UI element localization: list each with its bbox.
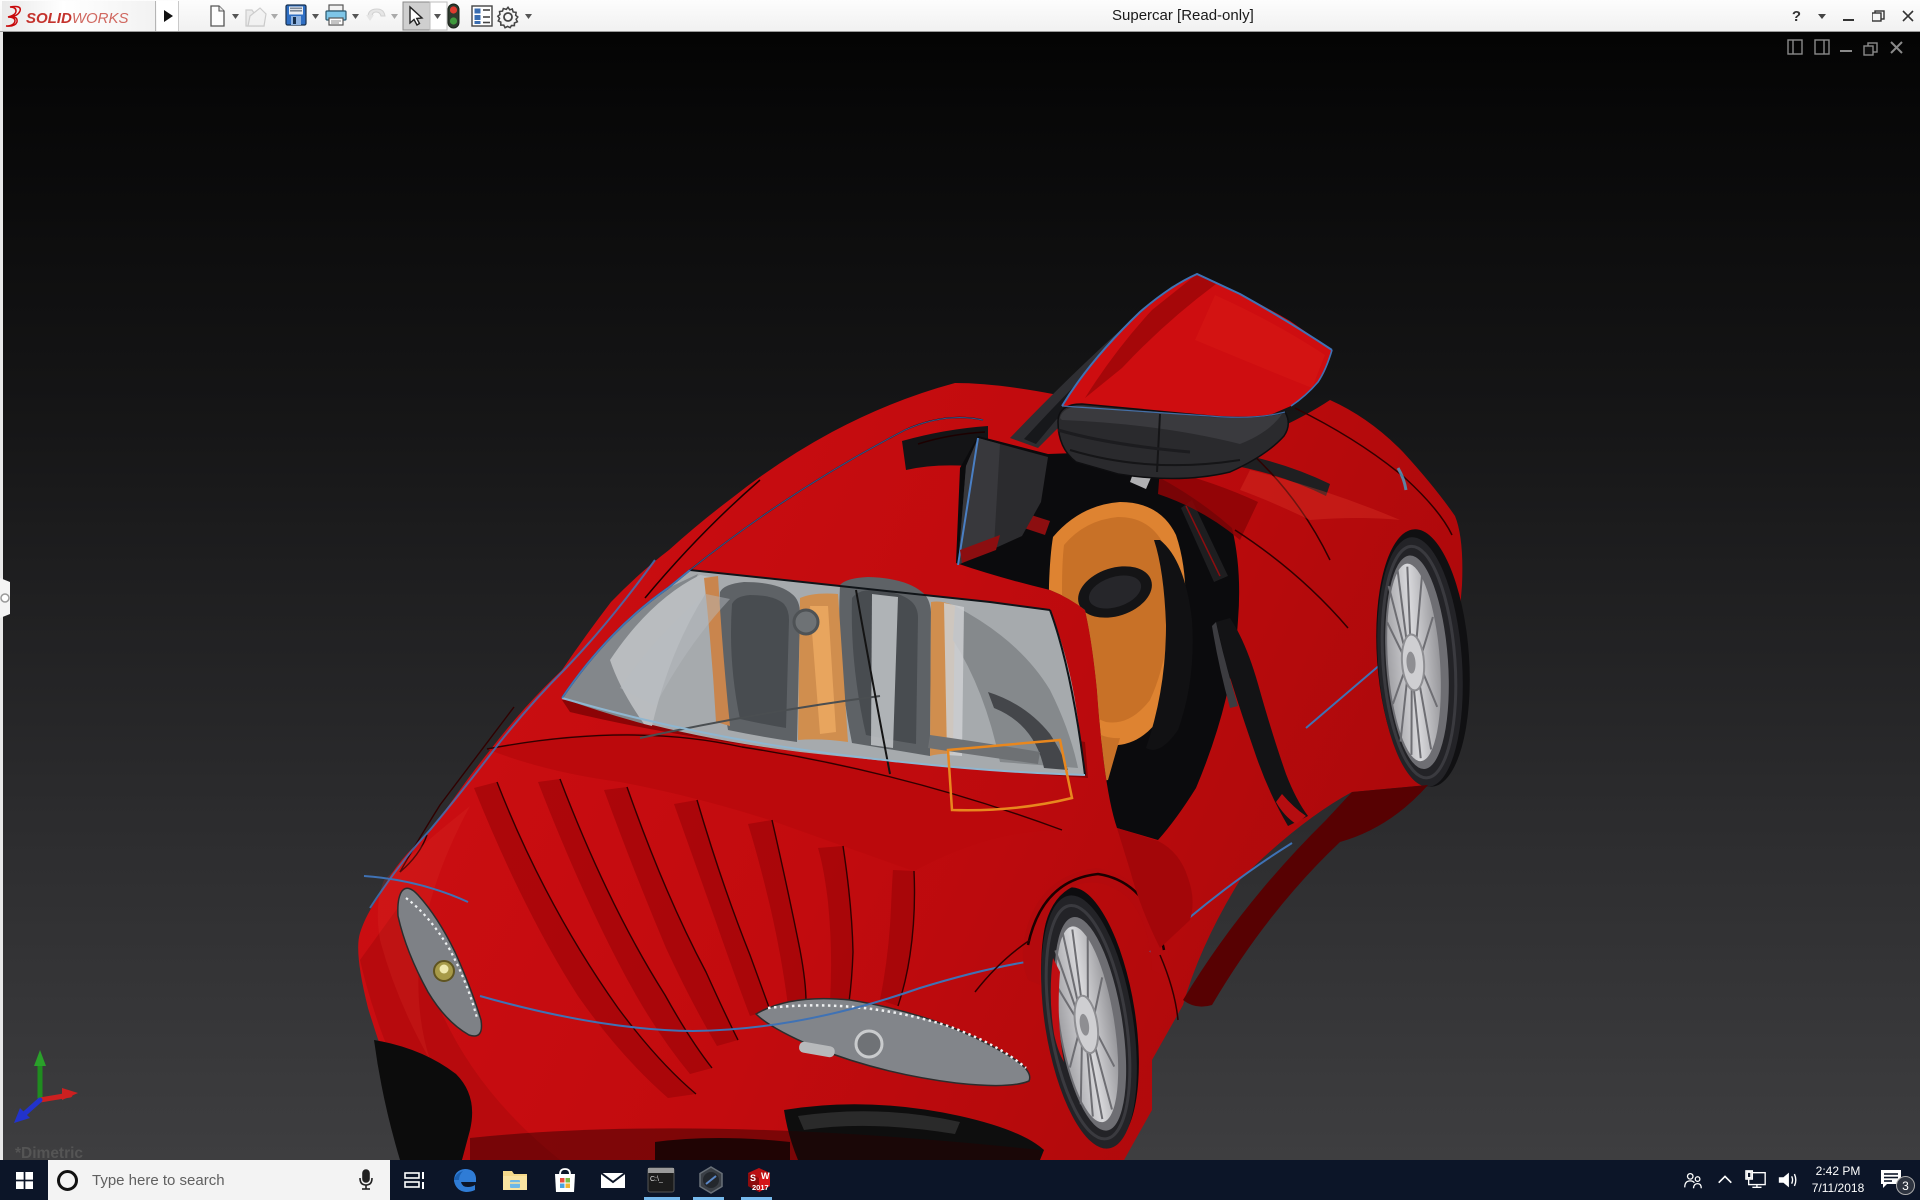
svg-text:S: S: [750, 1173, 756, 1183]
svg-text:W: W: [761, 1171, 770, 1181]
svg-text:*Dimetric: *Dimetric: [15, 1145, 83, 1160]
svg-text:SOLIDWORKS: SOLIDWORKS: [26, 10, 129, 27]
svg-text:C:\_: C:\_: [650, 1176, 663, 1183]
svg-text:2017: 2017: [752, 1183, 769, 1192]
